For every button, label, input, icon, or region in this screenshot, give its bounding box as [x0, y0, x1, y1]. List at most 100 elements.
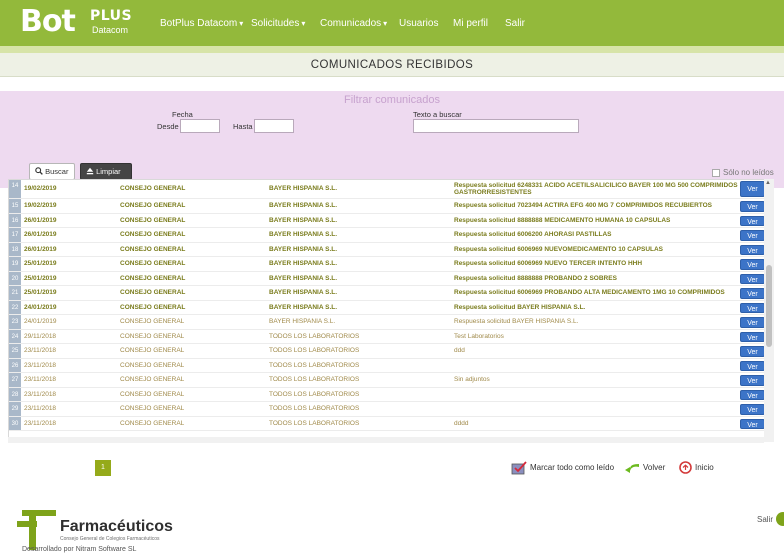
logo-plus-text: PLUS [90, 8, 133, 24]
table-row[interactable]: 23 24/01/2019 CONSEJO GENERAL BAYER HISPANI… [9, 315, 765, 330]
sender-cell: CONSEJO GENERAL [120, 332, 185, 340]
row-number: 17 [9, 228, 21, 242]
row-number: 15 [9, 199, 21, 213]
recipient-cell: TODOS LOS LABORATORIOS [269, 390, 360, 398]
recipient-cell: BAYER HISPANIA S.L. [269, 216, 338, 224]
sender-cell: CONSEJO GENERAL [120, 361, 185, 369]
table-row[interactable]: 15 19/02/2019 CONSEJO GENERAL BAYER HISPANI… [9, 199, 765, 214]
botplus-logo[interactable]: Bot PLUS Datacom [20, 3, 136, 43]
table-row[interactable]: 28 23/11/2018 CONSEJO GENERAL TODOS LOS LAB… [9, 387, 765, 402]
date-cell: 26/01/2019 [24, 245, 57, 253]
search-text-input[interactable] [413, 119, 579, 133]
view-button[interactable]: Ver [740, 360, 765, 371]
row-number: 18 [9, 242, 21, 256]
date-from-input[interactable] [180, 119, 220, 133]
search-button[interactable]: Buscar [29, 163, 75, 180]
view-button[interactable]: Ver [740, 215, 765, 226]
row-number: 25 [9, 344, 21, 358]
nav-item-usuarios[interactable]: Usuarios [399, 18, 438, 30]
nav-item-botplus-datacom[interactable]: BotPlus Datacom ▾ [160, 18, 243, 30]
unread-only-checkbox[interactable] [712, 169, 720, 177]
nav-item-solicitudes[interactable]: Solicitudes ▾ [251, 18, 305, 30]
date-cell: 19/02/2019 [24, 202, 57, 209]
subject-cell [454, 388, 739, 402]
view-button[interactable]: Ver [740, 404, 765, 415]
subject-cell: Respuesta solicitud BAYER HISPANIA S.L. [454, 318, 579, 325]
home-button[interactable]: Inicio [679, 461, 714, 475]
sender-cell: CONSEJO GENERAL [120, 405, 185, 412]
nav-item-comunicados[interactable]: Comunicados ▾ [320, 18, 387, 30]
row-number: 21 [9, 286, 21, 300]
clear-button-label: Limpiar [96, 167, 121, 176]
date-cell: 29/11/2018 [24, 332, 57, 340]
view-button[interactable]: Ver [740, 181, 765, 197]
subject-cell [454, 359, 739, 373]
page-title: COMUNICADOS RECIBIDOS [310, 59, 474, 71]
recipient-cell: BAYER HISPANIA S.L. [269, 260, 338, 267]
view-button[interactable]: Ver [740, 346, 765, 357]
row-number: 27 [9, 373, 21, 387]
table-row[interactable]: 26 23/11/2018 CONSEJO GENERAL TODOS LOS LAB… [9, 358, 765, 373]
mark-all-read-button[interactable]: Marcar todo como leído [511, 461, 614, 475]
table-row[interactable]: 19 25/01/2019 CONSEJO GENERAL BAYER HISPANI… [9, 257, 765, 272]
nav-item-label: Usuarios [399, 18, 439, 29]
table-row[interactable]: 21 25/01/2019 CONSEJO GENERAL BAYER HISPANI… [9, 286, 765, 301]
table-row[interactable]: 24 29/11/2018 CONSEJO GENERAL TODOS LOS LAB… [9, 329, 765, 344]
table-row[interactable]: 22 24/01/2019 CONSEJO GENERAL BAYER HISPANI… [9, 300, 765, 315]
view-button[interactable]: Ver [740, 418, 765, 429]
view-button[interactable]: Ver [740, 288, 765, 299]
nav-item-mi-perfil[interactable]: Mi perfil [453, 18, 488, 30]
subject-cell [454, 402, 739, 416]
back-button[interactable]: Volver [624, 461, 665, 475]
table-row[interactable]: 18 26/01/2019 CONSEJO GENERAL BAYER HISPANI… [9, 242, 765, 257]
table-horizontal-scrollbar[interactable] [8, 437, 764, 443]
footer-logout-link[interactable]: Salir [757, 514, 773, 526]
chevron-down-icon: ▾ [383, 19, 388, 28]
date-cell: 25/01/2019 [24, 260, 57, 267]
table-row[interactable]: 14 19/02/2019 CONSEJO GENERAL BAYER HISPANI… [9, 180, 765, 199]
pagination-page-button[interactable]: 1 [95, 460, 111, 476]
table-vertical-scrollbar[interactable]: ▲ [764, 179, 774, 442]
date-cell: 25/01/2019 [24, 289, 57, 296]
scroll-up-arrow-icon[interactable]: ▲ [765, 180, 771, 186]
table-row[interactable]: 30 23/11/2018 CONSEJO GENERAL TODOS LOS LAB… [9, 416, 765, 431]
view-button[interactable]: Ver [740, 302, 765, 313]
clear-button[interactable]: Limpiar [80, 163, 132, 180]
scrollbar-thumb[interactable] [766, 265, 772, 347]
date-cell: 23/11/2018 [24, 347, 57, 354]
subject-cell: Respuesta solicitud 6006969 NUEVO TERCER… [454, 260, 643, 267]
table-row[interactable]: 29 23/11/2018 CONSEJO GENERAL TODOS LOS LAB… [9, 402, 765, 417]
view-button[interactable]: Ver [740, 375, 765, 386]
view-button[interactable]: Ver [740, 230, 765, 241]
recipient-cell: BAYER HISPANIA S.L. [269, 231, 338, 238]
search-icon [35, 167, 43, 175]
table-row[interactable]: 16 26/01/2019 CONSEJO GENERAL BAYER HISPANI… [9, 213, 765, 228]
row-number: 26 [9, 358, 21, 372]
table-row[interactable]: 17 26/01/2019 CONSEJO GENERAL BAYER HISPANI… [9, 228, 765, 243]
subject-cell: Respuesta solicitud 6006200 AHORASI PAST… [454, 231, 612, 238]
logo-main-text: Bot [20, 4, 76, 39]
table-row[interactable]: 25 23/11/2018 CONSEJO GENERAL TODOS LOS LAB… [9, 344, 765, 359]
date-cell: 24/01/2019 [24, 303, 57, 311]
eject-icon [86, 167, 94, 175]
nav-item-salir[interactable]: Salir [505, 18, 525, 30]
sender-cell: CONSEJO GENERAL [120, 419, 185, 427]
row-number: 24 [9, 329, 21, 343]
view-button[interactable]: Ver [740, 317, 765, 328]
view-button[interactable]: Ver [740, 201, 765, 212]
view-button[interactable]: Ver [740, 389, 765, 400]
table-row[interactable]: 27 23/11/2018 CONSEJO GENERAL TODOS LOS LAB… [9, 373, 765, 388]
nav-item-label: Comunicados [320, 18, 382, 29]
recipient-cell: BAYER HISPANIA S.L. [269, 185, 338, 192]
logout-icon[interactable] [776, 512, 784, 526]
recipient-cell: TODOS LOS LABORATORIOS [269, 347, 360, 354]
recipient-cell: BAYER HISPANIA S.L. [269, 274, 338, 282]
view-button[interactable]: Ver [740, 331, 765, 342]
view-button[interactable]: Ver [740, 244, 765, 255]
back-arrow-icon [625, 463, 639, 473]
search-button-label: Buscar [45, 167, 69, 176]
view-button[interactable]: Ver [740, 259, 765, 270]
date-to-input[interactable] [254, 119, 294, 133]
table-row[interactable]: 20 25/01/2019 CONSEJO GENERAL BAYER HISPANI… [9, 271, 765, 286]
view-button[interactable]: Ver [740, 273, 765, 284]
